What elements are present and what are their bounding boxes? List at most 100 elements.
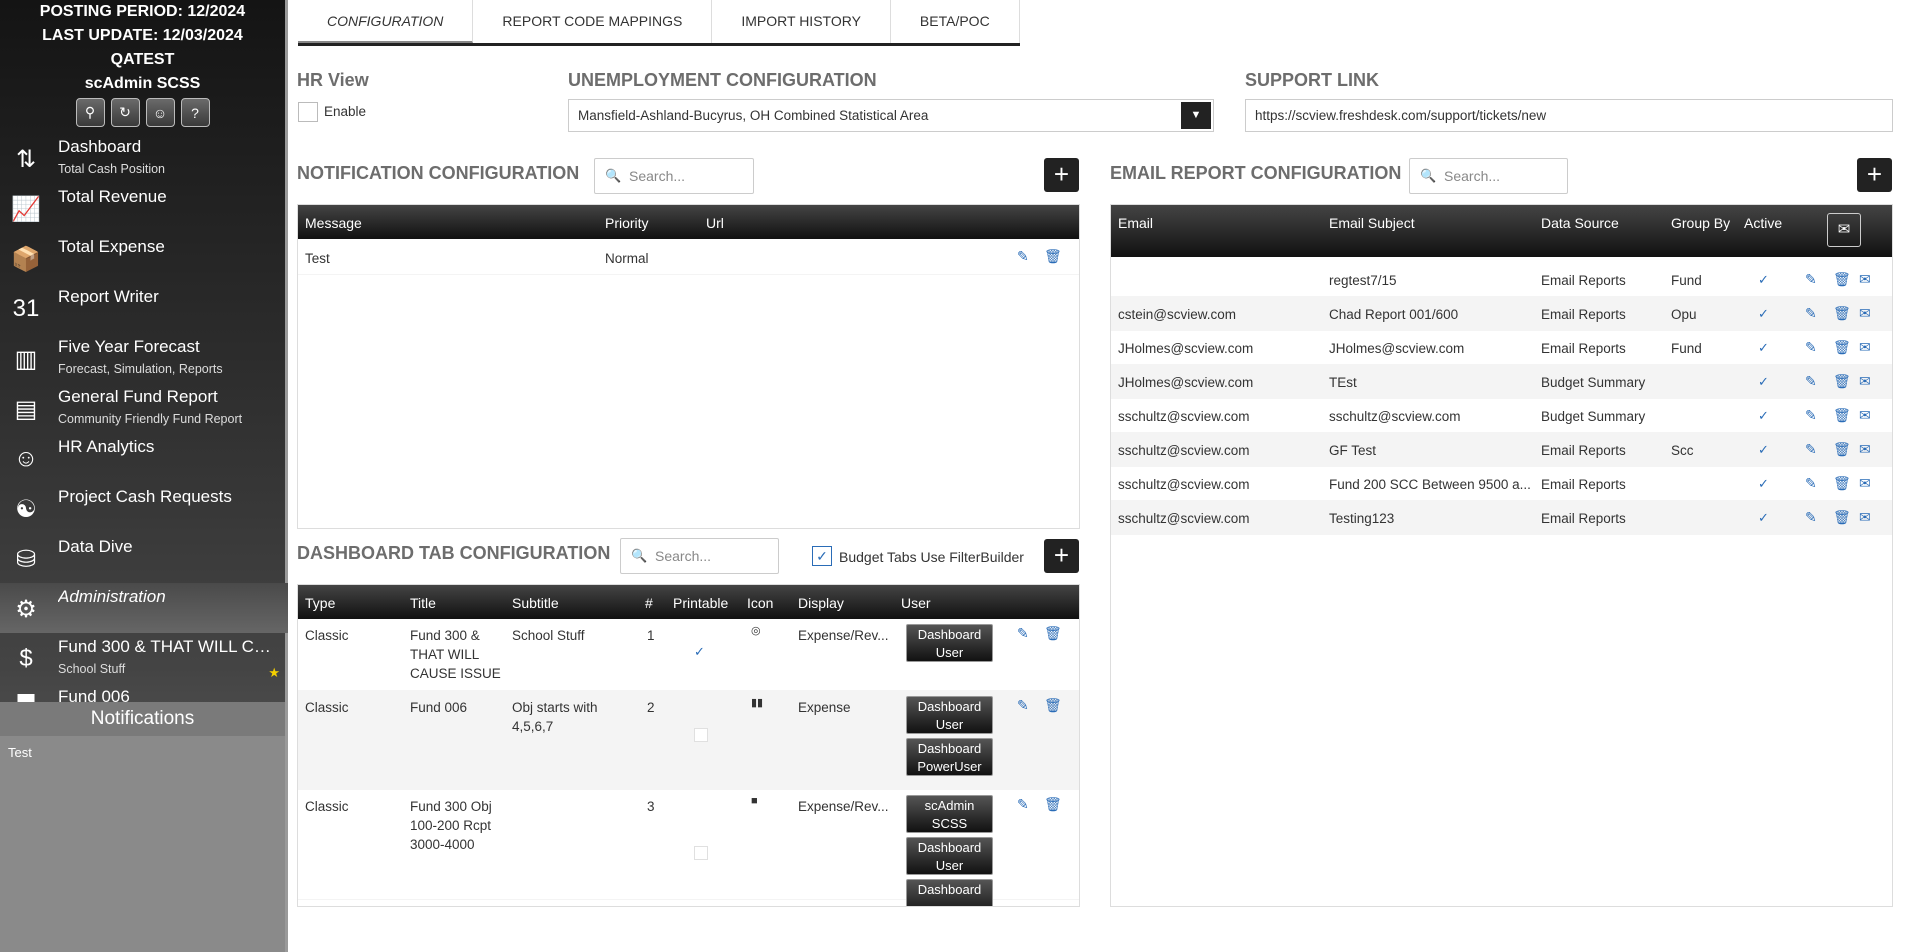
- sidebar-item-total-expense[interactable]: 📦 Total Expense: [0, 233, 288, 283]
- mail-icon[interactable]: ✉: [1859, 475, 1871, 492]
- edit-icon[interactable]: ✎: [1805, 271, 1817, 288]
- trash-icon[interactable]: 🗑: [1044, 697, 1062, 714]
- tab-report-code-mappings[interactable]: REPORT CODE MAPPINGS: [473, 0, 713, 43]
- mail-icon[interactable]: ✉: [1859, 407, 1871, 424]
- user-badge[interactable]: Dashboard User: [906, 696, 993, 734]
- filterbuilder-checkbox[interactable]: ✓: [812, 546, 832, 566]
- star-icon[interactable]: ★: [268, 665, 280, 681]
- table-row[interactable]: JHolmes@scview.com TEst Budget Summary ✓…: [1111, 365, 1892, 399]
- table-row[interactable]: sschultz@scview.com GF Test Email Report…: [1111, 433, 1892, 467]
- user-badge[interactable]: Dashboard User: [906, 837, 993, 875]
- notification-item[interactable]: Test: [0, 736, 285, 769]
- support-link-input[interactable]: https://scview.freshdesk.com/support/tic…: [1245, 99, 1893, 132]
- sidebar-item-data-dive[interactable]: ⛁ Data Dive: [0, 533, 288, 583]
- trash-icon[interactable]: 🗑: [1044, 796, 1062, 813]
- edit-icon[interactable]: ✎: [1805, 407, 1817, 424]
- mail-icon[interactable]: ✉: [1859, 305, 1871, 322]
- table-row[interactable]: sschultz@scview.com Fund 200 SCC Between…: [1111, 467, 1892, 501]
- sidebar-item-label: Five Year Forecast: [58, 337, 200, 356]
- edit-icon[interactable]: ✎: [1017, 796, 1029, 813]
- printable-checkbox[interactable]: [694, 846, 708, 860]
- trash-icon[interactable]: 🗑: [1833, 441, 1851, 458]
- sidebar-item-total-revenue[interactable]: 📈 Total Revenue: [0, 183, 288, 233]
- hr-enable-checkbox[interactable]: [298, 102, 318, 122]
- sidebar-item-administration[interactable]: ⚙ Administration: [0, 583, 288, 633]
- edit-icon[interactable]: ✎: [1805, 475, 1817, 492]
- tab-configuration[interactable]: CONFIGURATION: [298, 0, 474, 43]
- hr-view-title: HR View: [297, 70, 369, 90]
- unemployment-select[interactable]: Mansfield-Ashland-Bucyrus, OH Combined S…: [568, 99, 1214, 132]
- col-subtitle: Subtitle: [512, 595, 559, 611]
- dashboard-search-input[interactable]: 🔍 Search...: [620, 538, 779, 574]
- sidebar-item-general-fund-report[interactable]: ▤ General Fund Report Community Friendly…: [0, 383, 288, 433]
- table-row[interactable]: Classic Fund 006 Obj starts with 4,5,6,7 2 ▮▮…: [298, 691, 1079, 790]
- email-search-input[interactable]: 🔍 Search...: [1409, 158, 1568, 194]
- sidebar-item-report-writer[interactable]: 31 Report Writer: [0, 283, 288, 333]
- table-row[interactable]: cstein@scview.com Chad Report 001/600 Em…: [1111, 297, 1892, 331]
- edit-icon[interactable]: ✎: [1805, 339, 1817, 356]
- trash-icon[interactable]: 🗑: [1833, 271, 1851, 288]
- cell-title: CAUSE ISSUE: [410, 666, 501, 681]
- mail-icon[interactable]: ✉: [1859, 271, 1871, 288]
- notification-config-title: NOTIFICATION CONFIGURATION: [297, 163, 580, 183]
- edit-icon[interactable]: ✎: [1017, 625, 1029, 642]
- chevron-down-icon[interactable]: ▼: [1181, 102, 1211, 129]
- tab-import-history[interactable]: IMPORT HISTORY: [712, 0, 891, 43]
- user-badge[interactable]: Dashboard PowerUser: [906, 738, 993, 776]
- add-dashboard-tab-button[interactable]: +: [1044, 539, 1079, 573]
- edit-icon[interactable]: ✎: [1805, 441, 1817, 458]
- search-placeholder: Search...: [1444, 168, 1501, 184]
- search-icon[interactable]: ⚲: [75, 98, 105, 127]
- add-notification-button[interactable]: +: [1044, 158, 1079, 192]
- edit-icon[interactable]: ✎: [1017, 248, 1029, 265]
- trash-icon[interactable]: 🗑: [1044, 625, 1062, 642]
- user-badge[interactable]: Dashboard: [906, 879, 993, 906]
- sidebar-item-subtitle: Forecast, Simulation, Reports: [58, 362, 223, 376]
- sidebar-item-label: Total Expense: [58, 237, 165, 256]
- edit-icon[interactable]: ✎: [1805, 509, 1817, 526]
- col-active: Active: [1744, 215, 1783, 231]
- table-row[interactable]: JHolmes@scview.com JHolmes@scview.com Em…: [1111, 331, 1892, 365]
- report-icon: ▤: [14, 395, 38, 423]
- sidebar-item-fund-300-that-will-cause-issue[interactable]: $ Fund 300 & THAT WILL CAUSE ISSUE Schoo…: [0, 633, 288, 683]
- user-badge[interactable]: scAdmin SCSS: [906, 795, 993, 833]
- mail-icon[interactable]: ✉: [1859, 339, 1871, 356]
- trash-icon[interactable]: 🗑: [1833, 475, 1851, 492]
- trash-icon[interactable]: 🗑: [1044, 248, 1062, 265]
- unemployment-value: Mansfield-Ashland-Bucyrus, OH Combined S…: [578, 108, 929, 123]
- edit-icon[interactable]: ✎: [1017, 697, 1029, 714]
- cell-email-subject: Fund 200 SCC Between 9500 a...: [1329, 477, 1531, 492]
- user-badge[interactable]: Dashboard User: [906, 624, 993, 662]
- sidebar-item-dashboard[interactable]: ⇅ Dashboard Total Cash Position: [0, 133, 288, 183]
- add-email-report-button[interactable]: +: [1857, 158, 1892, 192]
- table-row[interactable]: regtest7/15 Email Reports Fund ✓ ✎ 🗑 ✉: [1111, 263, 1892, 297]
- cell-email-subject: sschultz@scview.com: [1329, 409, 1461, 424]
- sidebar-item-five-year-forecast[interactable]: ▥ Five Year Forecast Forecast, Simulatio…: [0, 333, 288, 383]
- trash-icon[interactable]: 🗑: [1833, 509, 1851, 526]
- mail-icon[interactable]: ✉: [1859, 373, 1871, 390]
- trash-icon[interactable]: 🗑: [1833, 373, 1851, 390]
- trash-icon[interactable]: 🗑: [1833, 339, 1851, 356]
- tab-beta-poc[interactable]: BETA/POC: [891, 0, 1020, 43]
- notification-search-input[interactable]: 🔍 Search...: [594, 158, 754, 194]
- refresh-icon[interactable]: ↻: [110, 98, 140, 127]
- printable-checkbox[interactable]: [694, 728, 708, 742]
- cell-group-by: Scc: [1671, 443, 1694, 458]
- trash-icon[interactable]: 🗑: [1833, 305, 1851, 322]
- table-row[interactable]: sschultz@scview.com Testing123 Email Rep…: [1111, 501, 1892, 535]
- edit-icon[interactable]: ✎: [1805, 305, 1817, 322]
- send-all-mail-icon[interactable]: ✉: [1827, 213, 1861, 247]
- cell-subtitle: School Stuff: [512, 628, 585, 643]
- smiley-icon[interactable]: ☺: [145, 98, 175, 127]
- table-row[interactable]: sschultz@scview.com sschultz@scview.com …: [1111, 399, 1892, 433]
- table-row[interactable]: Classic Fund 300 & THAT WILL CAUSE ISSUE Sch…: [298, 619, 1079, 691]
- table-row[interactable]: Classic Fund 300 Obj 100-200 Rcpt 3000-4000…: [298, 790, 1079, 906]
- mail-icon[interactable]: ✉: [1859, 441, 1871, 458]
- sidebar-item-project-cash-requests[interactable]: ☯ Project Cash Requests: [0, 483, 288, 533]
- mail-icon[interactable]: ✉: [1859, 509, 1871, 526]
- table-row[interactable]: Test Normal ✎ 🗑: [298, 239, 1079, 275]
- trash-icon[interactable]: 🗑: [1833, 407, 1851, 424]
- sidebar-item-hr-analytics[interactable]: ☺ HR Analytics: [0, 433, 288, 483]
- help-icon[interactable]: ?: [180, 98, 210, 127]
- edit-icon[interactable]: ✎: [1805, 373, 1817, 390]
